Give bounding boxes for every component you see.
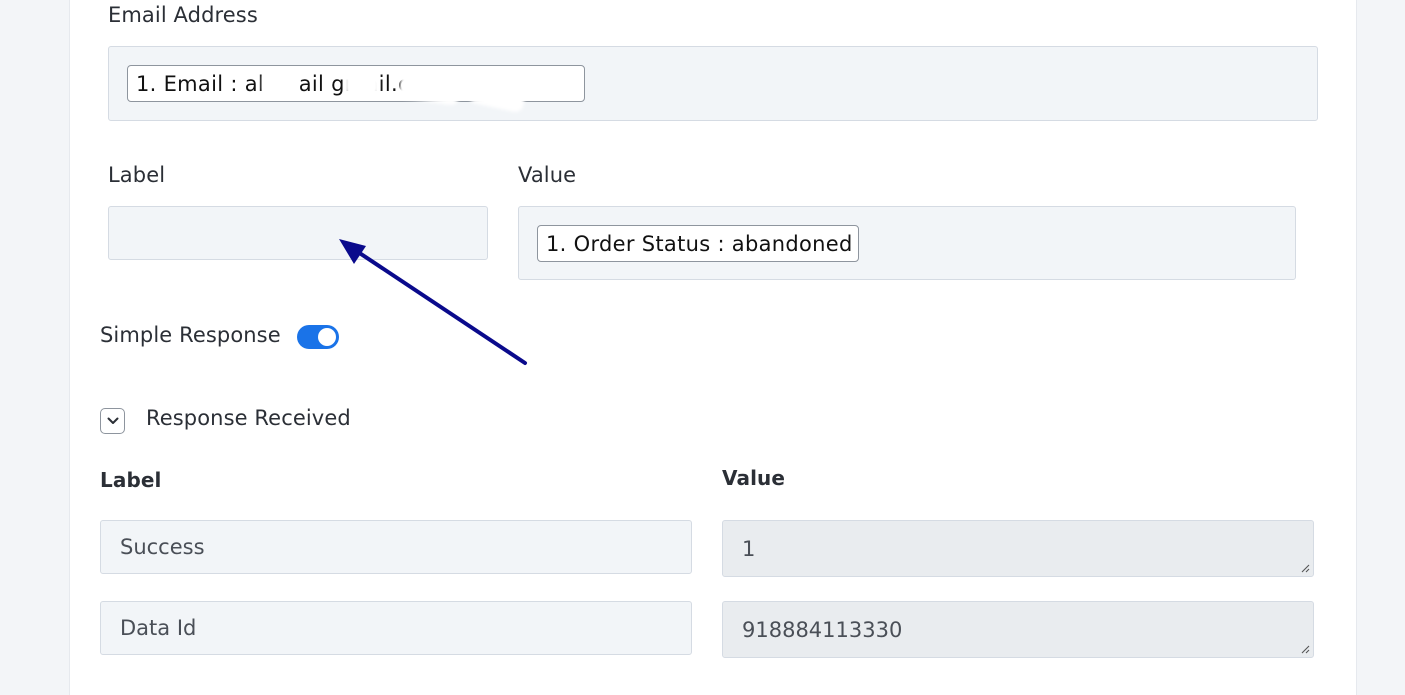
response-label-text: Success — [120, 535, 205, 559]
resize-grip-icon[interactable] — [1300, 644, 1310, 654]
email-address-label: Email Address — [108, 3, 258, 27]
value-heading: Value — [518, 163, 577, 187]
response-value-text: 918884113330 — [742, 617, 903, 642]
page: Email Address 1. Email : al m ail gmail.… — [0, 0, 1405, 695]
simple-response-label: Simple Response — [100, 323, 281, 347]
resize-grip-icon[interactable] — [1300, 563, 1310, 573]
simple-response-toggle[interactable] — [297, 325, 339, 349]
order-status-tag-text: 1. Order Status : abandoned — [546, 231, 853, 256]
response-value-text: 1 — [742, 536, 756, 561]
order-status-tag[interactable]: 1. Order Status : abandoned — [537, 225, 859, 262]
collapse-button[interactable] — [100, 408, 125, 434]
response-label-input[interactable]: Success — [100, 520, 692, 574]
response-label-input[interactable]: Data Id — [100, 601, 692, 655]
redaction-smudge — [345, 70, 379, 96]
response-value-heading: Value — [722, 466, 786, 490]
toggle-knob — [318, 328, 336, 346]
chevron-down-icon — [107, 417, 118, 424]
response-label-heading: Label — [100, 468, 162, 492]
response-value-textarea[interactable]: 1 — [722, 520, 1314, 577]
response-label-text: Data Id — [120, 616, 197, 640]
label-heading: Label — [108, 163, 166, 187]
response-value-textarea[interactable]: 918884113330 — [722, 601, 1314, 658]
label-input[interactable] — [108, 206, 488, 260]
response-received-title: Response Received — [146, 406, 351, 430]
redaction-smudge — [262, 70, 298, 96]
